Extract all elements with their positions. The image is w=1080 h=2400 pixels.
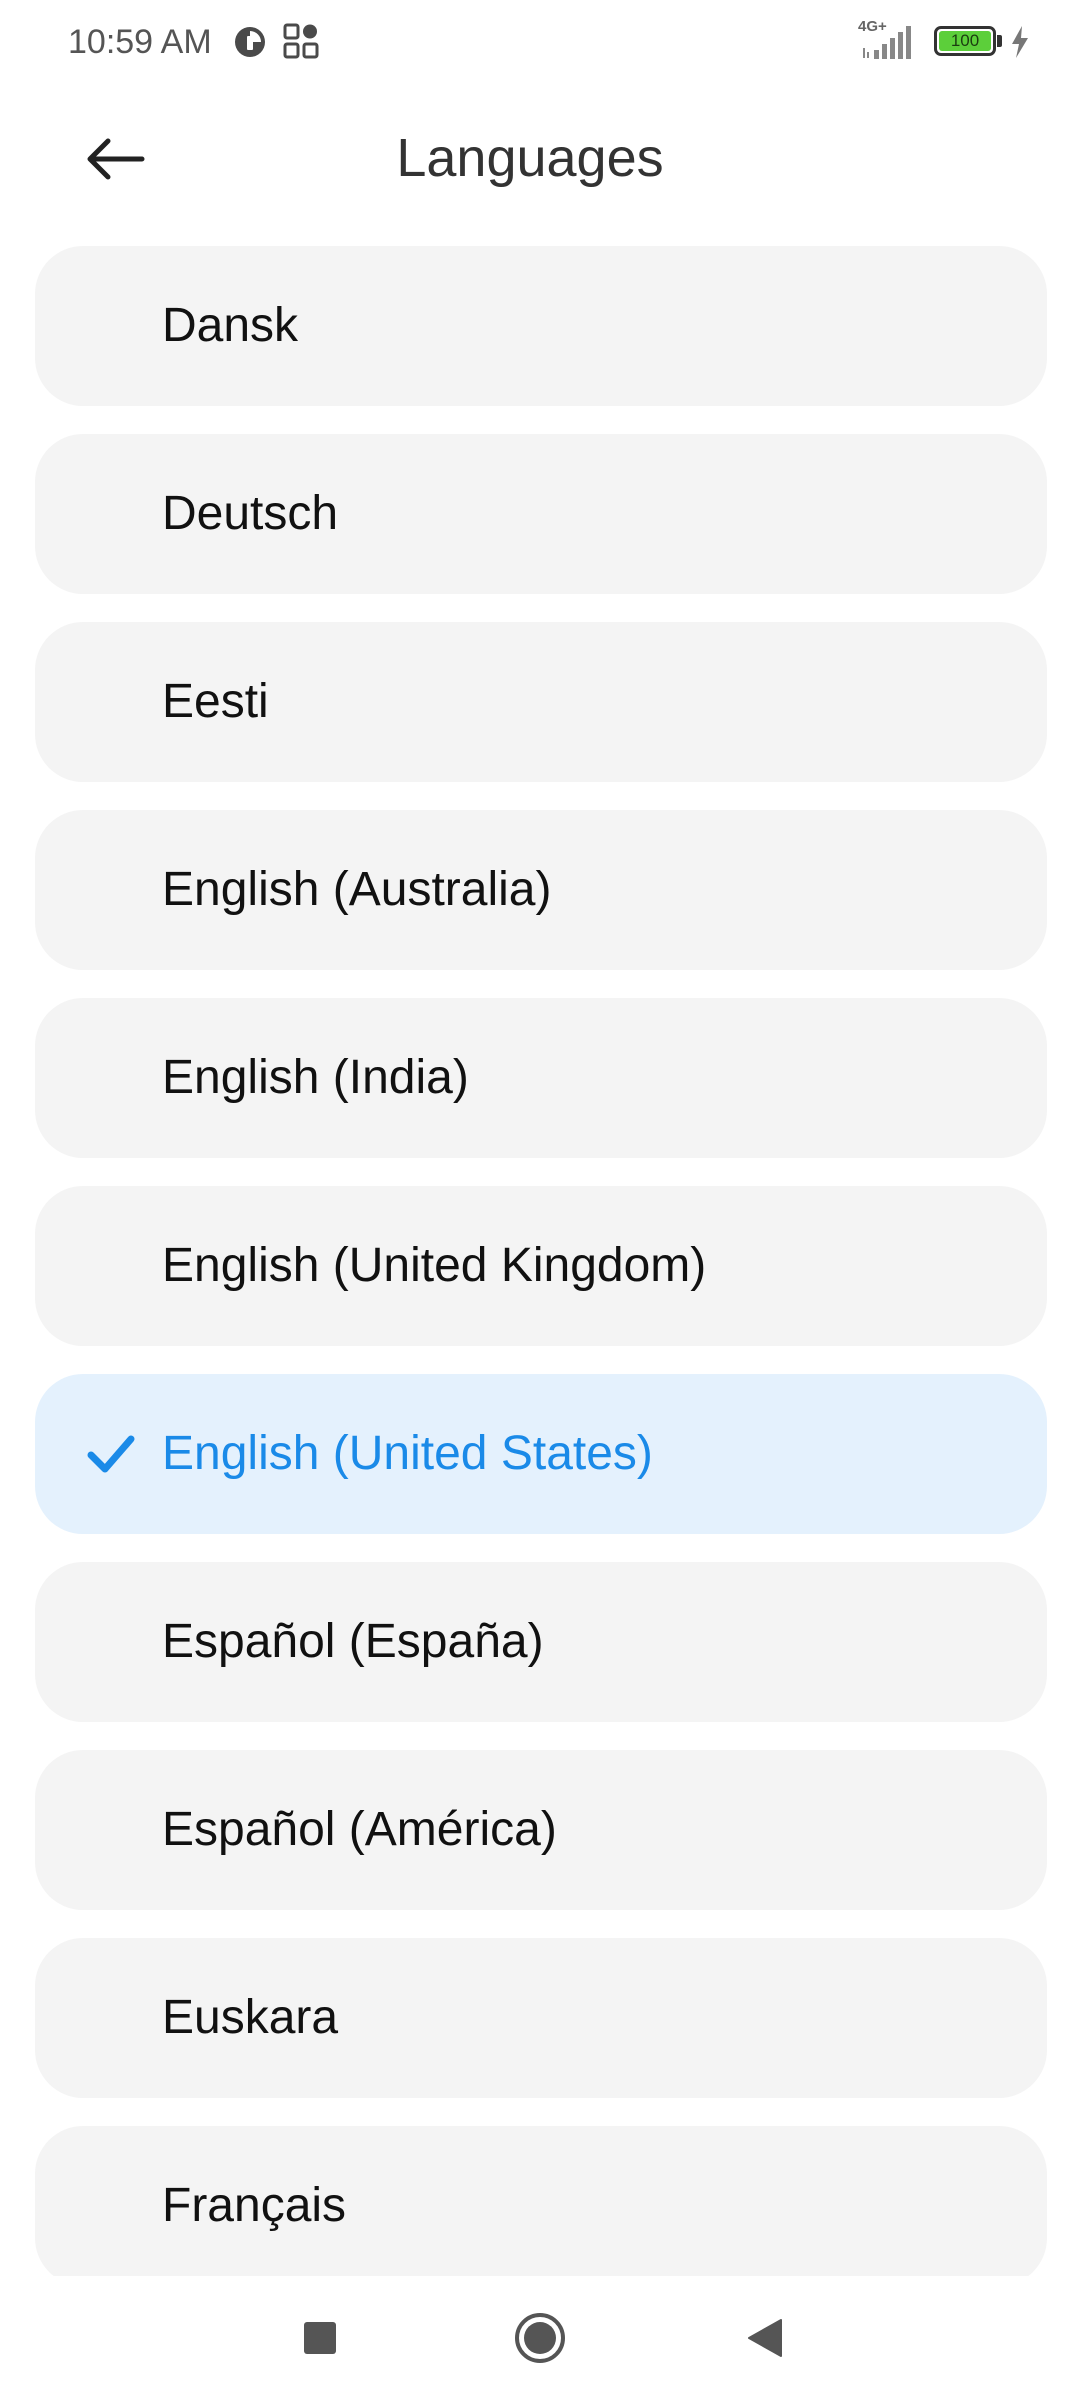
language-item-english-us-selected[interactable]: English (United States) (35, 1374, 1047, 1534)
language-item-euskara[interactable]: Euskara (35, 1938, 1047, 2098)
language-label: Español (América) (162, 1803, 557, 1856)
language-label: Español (España) (162, 1615, 544, 1668)
recents-button[interactable] (280, 2298, 360, 2378)
language-label: Français (162, 2179, 347, 2232)
language-list[interactable]: Dansk Deutsch Eesti English (Australia) … (35, 246, 1047, 2276)
status-bar: 10:59 AM 4G+ 100 (0, 0, 1080, 84)
battery-level: 100 (950, 31, 980, 50)
language-item-eesti[interactable]: Eesti (35, 622, 1047, 782)
checkmark-icon (87, 1435, 135, 1473)
language-label: Eesti (162, 675, 269, 728)
status-time: 10:59 AM (68, 23, 212, 61)
language-item-espanol-espana[interactable]: Español (España) (35, 1562, 1047, 1722)
language-label: English (Australia) (162, 863, 552, 916)
language-item-english-australia[interactable]: English (Australia) (35, 810, 1047, 970)
back-nav-button[interactable] (725, 2298, 805, 2378)
language-label: Euskara (162, 1991, 339, 2044)
language-item-deutsch[interactable]: Deutsch (35, 434, 1047, 594)
grid-app-icon (283, 23, 319, 59)
language-item-english-india[interactable]: English (India) (35, 998, 1047, 1158)
data-saver-icon (235, 27, 265, 57)
battery-tip (997, 35, 1002, 47)
recents-square-icon (304, 2322, 336, 2354)
header: Languages (0, 84, 1080, 214)
language-label: English (United States) (162, 1427, 653, 1480)
back-triangle-icon (748, 2319, 782, 2357)
navigation-bar (0, 2276, 1080, 2400)
battery-icon: 100 (934, 26, 996, 56)
signal-icon (863, 26, 911, 59)
language-item-espanol-america[interactable]: Español (América) (35, 1750, 1047, 1910)
language-label: Deutsch (162, 487, 339, 540)
page-title: Languages (396, 128, 664, 188)
language-label: English (India) (162, 1051, 469, 1104)
language-label: English (United Kingdom) (162, 1239, 707, 1292)
home-button[interactable] (500, 2298, 580, 2378)
home-circle-icon (515, 2313, 565, 2363)
language-item-dansk[interactable]: Dansk (35, 246, 1047, 406)
languages-screen: 10:59 AM 4G+ 100 Languages Dansk Deutsch… (0, 0, 1080, 2400)
language-label: Dansk (162, 299, 299, 352)
language-item-english-uk[interactable]: English (United Kingdom) (35, 1186, 1047, 1346)
charging-bolt-icon (1012, 26, 1028, 58)
language-item-francais[interactable]: Français (35, 2126, 1047, 2276)
